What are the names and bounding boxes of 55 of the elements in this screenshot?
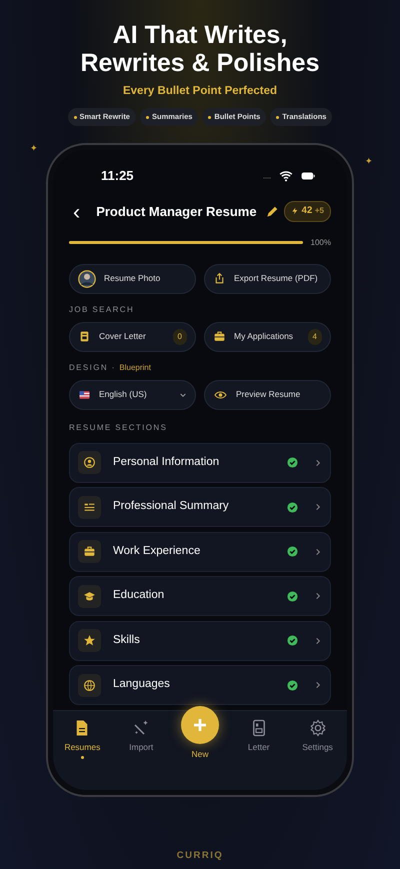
job-search-button[interactable]: Cover Letter 0 [69,322,196,352]
chevron-icon [314,458,322,468]
chevron-icon [314,546,322,556]
tab[interactable]: Settings [290,718,346,754]
magic-wand-icon [132,718,150,736]
briefcase-icon [83,545,96,558]
settings-icon [308,718,327,736]
chevron-icon [314,680,322,690]
tab[interactable]: Letter [230,718,287,754]
eye-icon [213,388,228,400]
sparkle-icon: ✦ [365,155,373,168]
count-badge: 4 [308,328,322,344]
pencil-icon [264,204,279,218]
chevron-icon [314,591,322,601]
progress-reading: 100% [310,236,331,248]
photo-button[interactable]: Resume Photo [69,264,196,294]
job-search-button[interactable]: My Applications 4 [204,322,331,352]
back-button[interactable]: ‹ [73,200,80,222]
document-icon [78,330,91,343]
brand-name: CURRIQ [176,848,224,862]
section-row[interactable]: Education [69,576,331,616]
sparkle-icon: ✦ [30,142,38,156]
export-button[interactable]: Export Resume (PDF) [204,264,331,294]
bolt-icon [291,206,300,216]
section-heading: RESUME SECTIONS [69,422,168,434]
count-badge: 0 [172,328,187,344]
star-icon [83,634,96,647]
flag-icon [78,390,91,400]
section-row[interactable]: Skills [69,620,331,660]
graduation-cap-icon [83,590,96,602]
tab[interactable]: Resumes [54,718,110,760]
chevron-icon [314,636,322,646]
new-tab[interactable]: New [172,706,228,760]
tab[interactable]: Import [113,718,170,754]
person-icon [83,456,96,469]
avatar-icon [78,270,96,288]
tagline: Every Bullet Point Perfected [122,84,278,99]
chevron-icon [314,502,322,512]
screen-title: Product Manager Resume [96,202,257,221]
section-row[interactable]: Personal Information [69,442,331,482]
briefcase-icon [213,330,226,343]
section-heading: JOB SEARCH [69,304,136,316]
section-row[interactable]: Work Experience [69,532,331,572]
headline: AI That Writes, Rewrites & Polishes [80,22,320,77]
wifi-icon [279,168,293,182]
section-row[interactable]: Languages [69,665,331,705]
share-icon [213,272,226,285]
text-lines-icon [83,500,96,514]
globe-icon [83,678,96,692]
language-dropdown[interactable]: English (US) [69,380,196,410]
section-row[interactable]: Professional Summary [69,487,331,527]
section-heading: DESIGN · Blueprint [69,362,152,374]
status-time: 11:25 [101,166,134,185]
credits-badge: 42 +5 [284,201,331,222]
preview-button[interactable]: Preview Resume [204,380,331,410]
